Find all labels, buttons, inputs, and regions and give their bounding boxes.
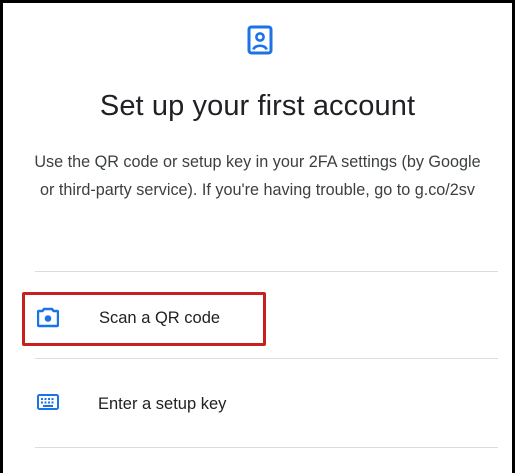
enter-setup-key-label: Enter a setup key [98, 395, 227, 413]
setup-description: Use the QR code or setup key in your 2FA… [34, 153, 481, 199]
camera-icon [37, 306, 59, 328]
divider [35, 358, 498, 359]
divider [35, 271, 498, 272]
keyboard-icon [37, 394, 59, 416]
account-box-icon [247, 25, 273, 55]
page-title: Set up your first account [99, 90, 416, 122]
divider [35, 447, 498, 448]
scan-qr-code-option[interactable]: Scan a QR code [22, 292, 266, 346]
enter-setup-key-option[interactable]: Enter a setup key [22, 381, 492, 429]
scan-qr-code-label: Scan a QR code [99, 309, 221, 327]
